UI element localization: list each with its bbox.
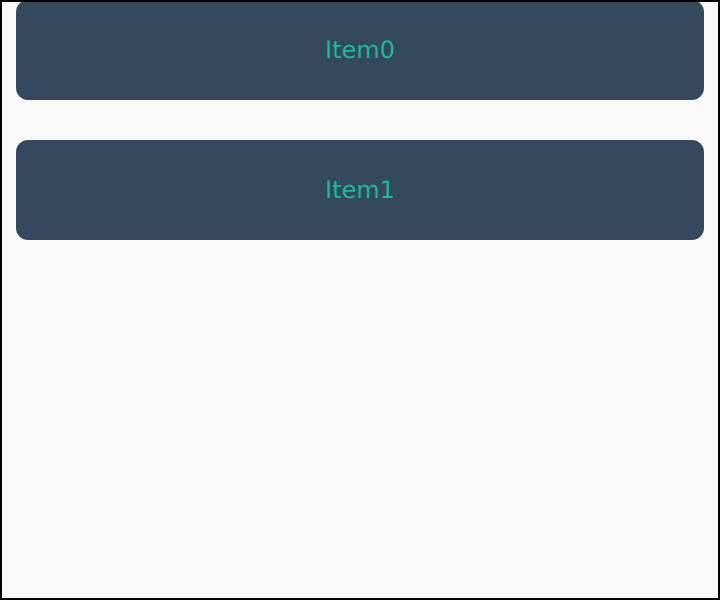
list-item-0[interactable]: Item0: [16, 2, 704, 100]
list-item-label: Item0: [325, 36, 395, 64]
app-window: Item0 Item1: [0, 0, 720, 600]
list-item-1[interactable]: Item1: [16, 140, 704, 240]
list-item-label: Item1: [325, 176, 395, 204]
